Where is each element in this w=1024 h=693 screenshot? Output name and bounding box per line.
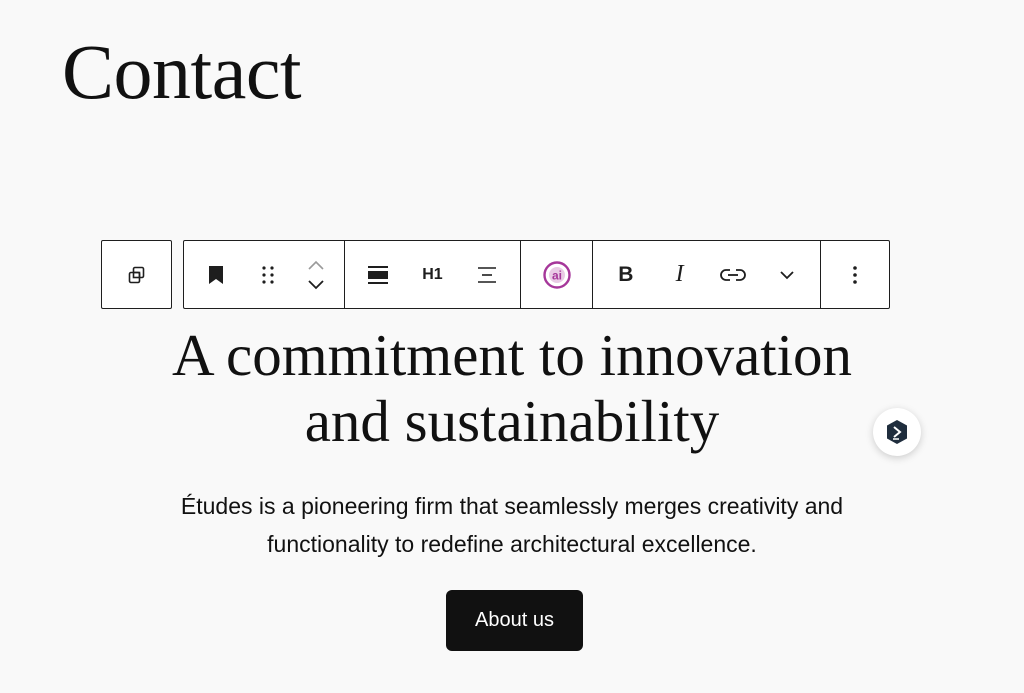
more-formats-button[interactable] [769, 257, 805, 293]
align-button[interactable] [360, 257, 396, 293]
block-toolbar: H1 ai B I [183, 240, 890, 309]
hero-description-line: functionality to redefine architectural … [267, 531, 757, 557]
link-button[interactable] [715, 257, 751, 293]
chevron-down-icon [780, 270, 794, 279]
drag-handle[interactable] [250, 257, 286, 293]
bookmark-icon [209, 265, 223, 284]
drag-handle-icon [262, 265, 274, 284]
more-vertical-icon [853, 265, 857, 284]
block-controls-group [184, 241, 344, 308]
select-parent-icon [128, 266, 144, 283]
page-title[interactable]: Contact [62, 22, 302, 122]
alignment-group: H1 [344, 241, 520, 308]
link-icon [720, 268, 747, 281]
align-wide-icon [368, 265, 389, 284]
italic-icon: I [675, 261, 684, 287]
move-down-button[interactable] [302, 277, 330, 293]
formatting-group: B I [592, 241, 820, 308]
assistant-widget-button[interactable] [873, 408, 921, 456]
block-movers [302, 257, 330, 293]
chevron-up-icon [308, 260, 324, 270]
bold-icon: B [618, 262, 634, 286]
text-align-button[interactable] [469, 257, 505, 293]
text-align-center-icon [477, 266, 496, 283]
italic-button[interactable]: I [662, 257, 698, 293]
hero-heading-line: and sustainability [304, 388, 720, 454]
ai-group: ai [520, 241, 592, 308]
bold-button[interactable]: B [608, 257, 644, 293]
hero-heading[interactable]: A commitment to innovation and sustainab… [0, 322, 1024, 454]
select-parent-button[interactable] [119, 257, 155, 293]
editor-canvas: Contact H1 ai B I A commitment to innova… [0, 0, 1024, 693]
block-type-button[interactable] [198, 257, 234, 293]
hero-description-line: Études is a pioneering firm that seamles… [180, 493, 844, 519]
options-button[interactable] [837, 257, 873, 293]
options-group [820, 241, 889, 308]
hero-description[interactable]: Études is a pioneering firm that seamles… [0, 487, 1024, 563]
svg-text:ai: ai [551, 268, 561, 282]
move-up-button[interactable] [302, 257, 330, 273]
assistant-chat-icon [887, 420, 907, 444]
ai-assistant-icon: ai [542, 260, 571, 289]
select-parent-toolbar [101, 240, 172, 309]
heading-level-button[interactable]: H1 [414, 257, 450, 293]
about-us-button[interactable]: About us [446, 590, 583, 651]
chevron-down-icon [308, 279, 324, 289]
ai-assistant-button[interactable]: ai [539, 257, 575, 293]
hero-heading-line: A commitment to innovation [171, 322, 853, 388]
heading-level-label: H1 [422, 265, 443, 283]
